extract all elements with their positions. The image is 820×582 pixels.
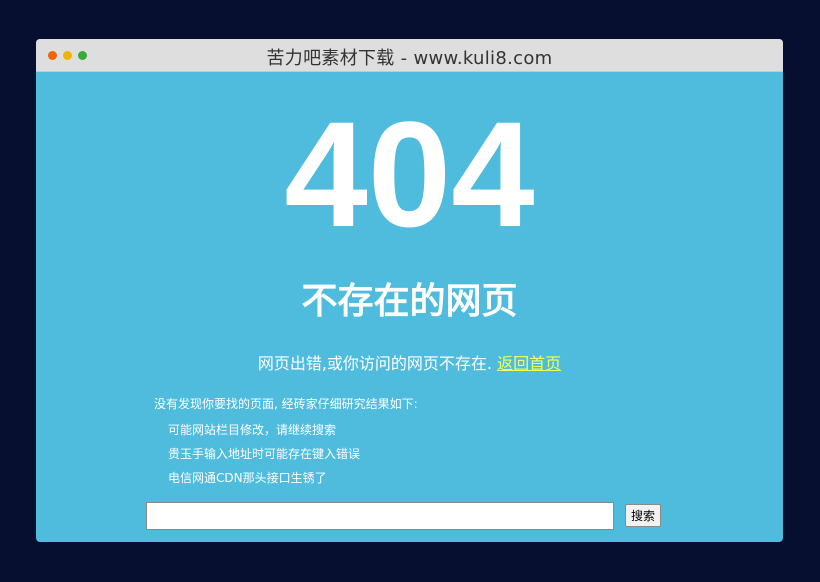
error-heading: 不存在的网页 [301,281,518,322]
window-titlebar: 苦力吧素材下载 - www.kuli8.com [36,39,783,72]
window-title: 苦力吧素材下载 - www.kuli8.com [266,48,553,69]
reasons-block: 没有发现你要找的页面, 经砖家仔细研究结果如下: 可能网站栏目修改，请继续搜索 … [154,394,418,490]
reasons-intro: 没有发现你要找的页面, 经砖家仔细研究结果如下: [154,397,418,411]
error-message: 网页出错,或你访问的网页不存在. [257,354,493,373]
list-item: 贵玉手输入地址时可能存在键入错误 [168,447,361,461]
error-message-line: 网页出错,或你访问的网页不存在. 返回首页 [36,350,783,374]
search-input[interactable] [146,502,614,530]
back-home-link[interactable]: 返回首页 [497,354,561,373]
list-item: 可能网站栏目修改，请继续搜索 [168,423,337,437]
list-item: 电信网通CDN那头接口生锈了 [168,471,327,485]
search-button[interactable]: 搜索 [625,504,661,527]
browser-window: 苦力吧素材下载 - www.kuli8.com 404 不存在的网页 网页出错,… [36,39,783,542]
reasons-list: 可能网站栏目修改，请继续搜索 贵玉手输入地址时可能存在键入错误 电信网通CDN那… [154,418,418,490]
error-code: 404 [284,90,535,258]
